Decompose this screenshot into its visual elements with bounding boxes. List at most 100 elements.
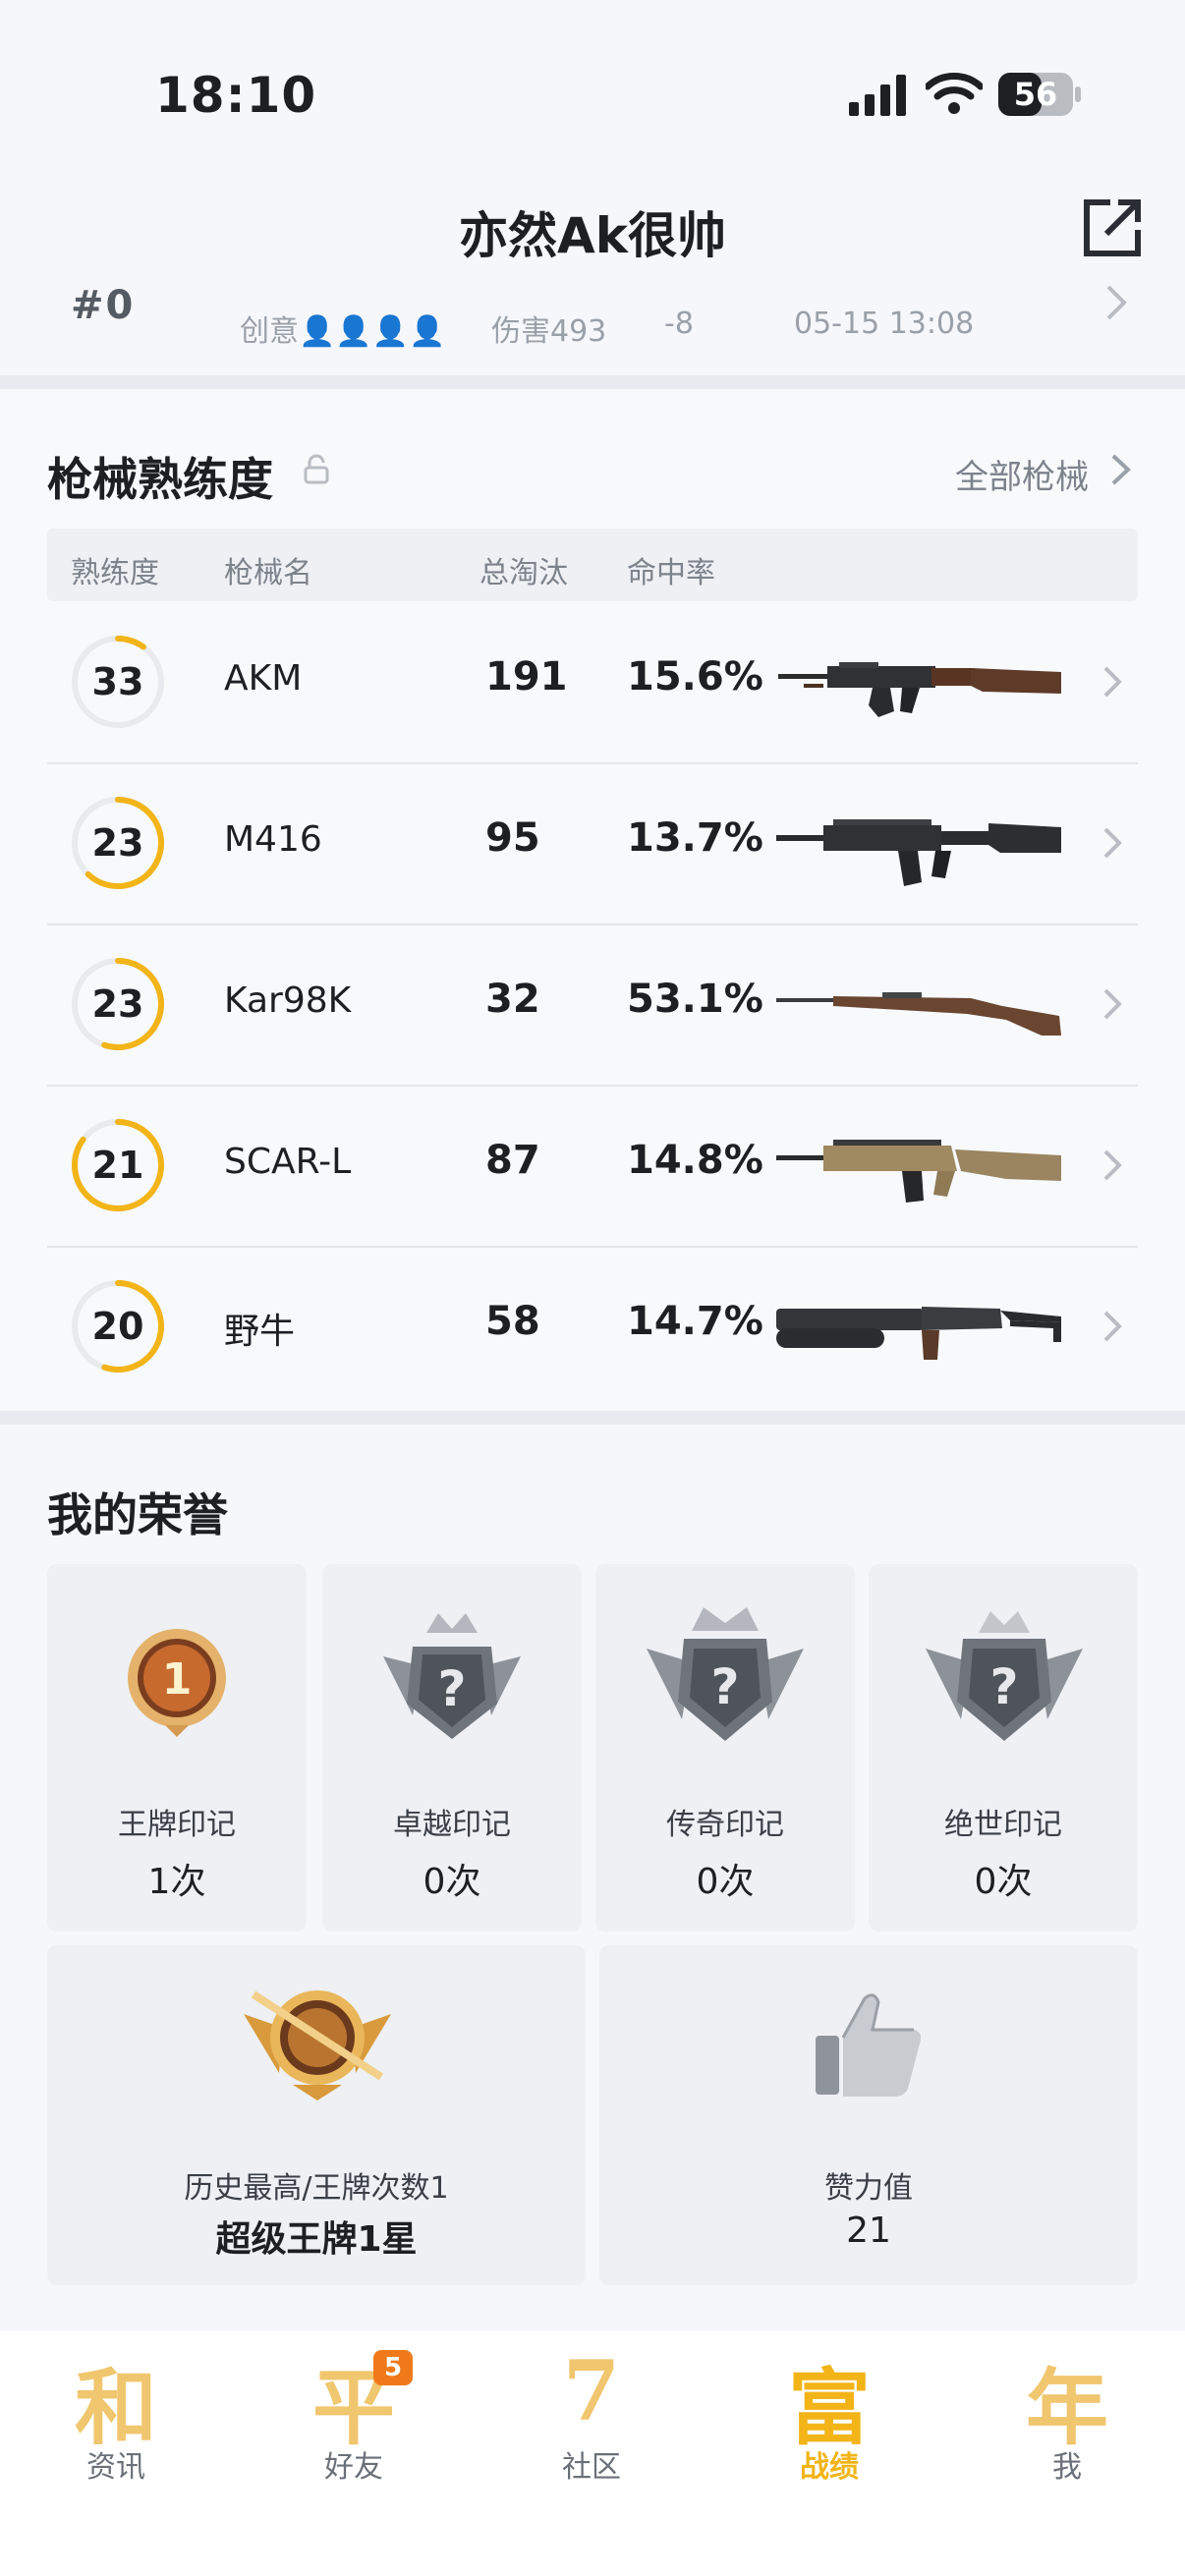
- svg-text:?: ?: [989, 1658, 1018, 1715]
- recent-match-strip[interactable]: #0 创意👤👤👤👤 伤害493 -8 05-15 13:08: [0, 277, 1185, 375]
- weapon-kills: 87: [485, 1138, 540, 1183]
- status-time: 18:10: [155, 67, 317, 124]
- lock-icon[interactable]: [301, 454, 332, 485]
- honor-card-peerless[interactable]: ? 绝世印记 0次: [869, 1564, 1138, 1932]
- match-damage: 伤害493: [491, 314, 607, 349]
- weapon-name: SCAR-L: [224, 1142, 352, 1182]
- honor-card-ace[interactable]: 1 王牌印记 1次: [47, 1564, 307, 1932]
- tab-community[interactable]: 7 社区: [513, 2342, 670, 2490]
- honor-count: 0次: [974, 1862, 1033, 1902]
- chevron-right-icon[interactable]: [1108, 450, 1134, 489]
- svg-text:1: 1: [162, 1654, 193, 1705]
- honors-section-title: 我的荣誉: [47, 1488, 228, 1541]
- chevron-right-icon: [1103, 666, 1122, 698]
- chevron-right-icon: [1103, 1149, 1122, 1181]
- chevron-right-icon: [1103, 827, 1122, 859]
- section-divider: [0, 1411, 1185, 1425]
- highest-rank-label: 历史最高/王牌次数1: [184, 2171, 449, 2206]
- column-header: 熟练度: [71, 556, 159, 590]
- tab-label: 好友: [324, 2450, 383, 2485]
- weapon-kills: 32: [485, 977, 540, 1022]
- wifi-icon: [926, 73, 983, 114]
- tab-friends[interactable]: 平 5 好友: [275, 2342, 432, 2490]
- weapon-row[interactable]: 33 AKM 191 15.6%: [47, 603, 1138, 764]
- honor-label: 王牌印记: [118, 1808, 236, 1842]
- tab-label: 社区: [562, 2450, 621, 2485]
- proficiency-level: 23: [91, 982, 144, 1026]
- column-header: 总淘汰: [480, 556, 568, 590]
- tab-label: 资讯: [86, 2450, 145, 2485]
- weapon-hit-rate: 15.6%: [627, 654, 763, 700]
- honor-label: 绝世印记: [944, 1808, 1062, 1842]
- scar-l-rifle-icon: [776, 1140, 1061, 1203]
- likes-label: 赞力值: [824, 2171, 913, 2206]
- weapon-name: 野牛: [224, 1312, 296, 1352]
- tab-me[interactable]: 年 我: [988, 2342, 1146, 2490]
- cellular-signal-icon: [849, 75, 906, 116]
- honor-card-legend[interactable]: ? 传奇印记 0次: [595, 1564, 855, 1932]
- proficiency-level: 23: [91, 821, 144, 865]
- m416-rifle-icon: [776, 819, 1061, 886]
- match-mode: 创意👤👤👤👤: [240, 314, 446, 349]
- all-weapons-link[interactable]: 全部枪械: [955, 450, 1089, 498]
- chevron-right-icon: [1103, 1311, 1122, 1342]
- weapon-name: AKM: [224, 658, 303, 699]
- battery-level: 56: [1013, 76, 1058, 113]
- page-title: 亦然Ak很帅: [459, 207, 726, 264]
- likes-card[interactable]: 赞力值 21: [599, 1945, 1138, 2285]
- match-date: 05-15 13:08: [794, 307, 975, 341]
- tab-label: 战绩: [800, 2450, 859, 2485]
- tab-record[interactable]: 富 战绩: [751, 2342, 908, 2490]
- weapon-kills: 191: [485, 654, 568, 700]
- honor-count: 0次: [423, 1862, 481, 1902]
- column-header: 命中率: [627, 556, 715, 590]
- weapon-row[interactable]: 21 SCAR-L 87 14.8%: [47, 1087, 1138, 1248]
- kar98k-rifle-icon: [776, 992, 1061, 1036]
- column-header: 枪械名: [224, 556, 312, 590]
- weapon-table-header: 熟练度 枪械名 总淘汰 命中率: [47, 529, 1138, 601]
- section-divider: [0, 375, 1185, 389]
- proficiency-level: 21: [91, 1144, 144, 1187]
- honor-count: 0次: [696, 1862, 755, 1902]
- honor-card-excellence[interactable]: ? 卓越印记 0次: [322, 1564, 582, 1932]
- highest-rank-value: 超级王牌1星: [215, 2219, 418, 2260]
- weapon-row[interactable]: 23 M416 95 13.7%: [47, 764, 1138, 925]
- proficiency-level: 20: [91, 1305, 144, 1348]
- weapon-hit-rate: 53.1%: [627, 977, 763, 1022]
- weapon-kills: 95: [485, 815, 540, 861]
- locked-badge-icon: ?: [647, 1607, 804, 1741]
- bizon-smg-icon: [776, 1307, 1061, 1360]
- share-icon[interactable]: [1081, 196, 1144, 259]
- honor-label: 卓越印记: [393, 1808, 511, 1842]
- thumbs-up-icon: [816, 1993, 922, 2097]
- honor-count: 1次: [147, 1862, 206, 1902]
- battery-icon: 56: [998, 73, 1083, 116]
- chevron-right-icon: [1103, 988, 1122, 1020]
- super-ace-badge-icon: [244, 1990, 391, 2100]
- honor-label: 传奇印记: [666, 1808, 784, 1842]
- weapon-hit-rate: 14.8%: [627, 1138, 763, 1183]
- notification-badge: 5: [373, 2350, 413, 2385]
- match-rank: #0: [71, 283, 136, 328]
- weapon-hit-rate: 14.7%: [627, 1299, 763, 1344]
- tab-label: 我: [1052, 2450, 1082, 2485]
- weapon-name: Kar98K: [224, 980, 352, 1021]
- weapon-row[interactable]: 23 Kar98K 32 53.1%: [47, 925, 1138, 1087]
- match-score-delta: -8: [664, 307, 694, 341]
- weapon-kills: 58: [485, 1299, 540, 1344]
- weapon-hit-rate: 13.7%: [627, 815, 763, 861]
- highest-rank-card[interactable]: 历史最高/王牌次数1 超级王牌1星: [47, 1945, 586, 2285]
- proficiency-level: 33: [91, 660, 144, 703]
- svg-text:?: ?: [710, 1658, 739, 1715]
- chevron-right-icon: [1106, 285, 1127, 320]
- akm-rifle-icon: [778, 662, 1061, 717]
- likes-value: 21: [846, 2211, 891, 2251]
- locked-badge-icon: ?: [383, 1613, 521, 1739]
- weapon-name: M416: [224, 819, 322, 860]
- svg-text:?: ?: [437, 1660, 466, 1717]
- locked-badge-icon: ?: [926, 1611, 1083, 1741]
- weapon-row[interactable]: 20 野牛 58 14.7%: [47, 1248, 1138, 1409]
- weapon-section-title: 枪械熟练度: [47, 453, 273, 506]
- tab-news[interactable]: 和 资讯: [37, 2342, 195, 2490]
- community-tab-icon: 7: [562, 2342, 621, 2439]
